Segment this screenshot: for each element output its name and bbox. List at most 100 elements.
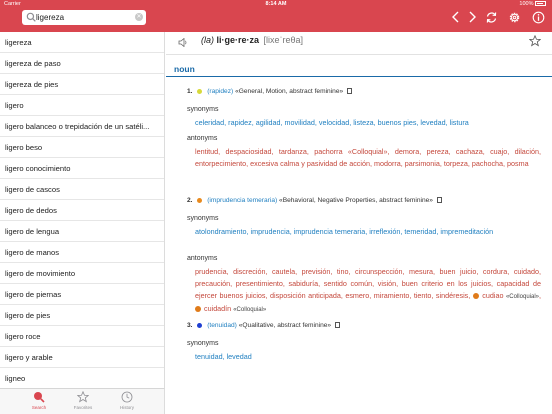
refresh-icon (486, 11, 496, 23)
synonym-link[interactable]: listura (450, 118, 469, 127)
sense-gloss[interactable]: (rapidez) (207, 88, 233, 95)
sense-meta: «Qualitative, abstract feminine» (238, 322, 332, 329)
list-item[interactable]: ligneo (0, 368, 164, 388)
synonym-link[interactable]: levedad (227, 352, 252, 361)
divider (166, 54, 552, 55)
tab-search[interactable]: Search (24, 391, 54, 410)
list-item[interactable]: ligero de cascos (0, 179, 164, 200)
battery-percent: 100% (519, 1, 534, 7)
synonym-link[interactable]: imprudencia (251, 227, 290, 236)
list-item[interactable]: ligero (0, 95, 164, 116)
sense-gloss[interactable]: (tenuidad) (207, 322, 237, 329)
category-dot-icon (197, 88, 203, 94)
list-item[interactable]: ligero balanceo o trepidación de un saté… (0, 116, 164, 137)
info-button[interactable] (531, 10, 545, 24)
reload-button[interactable] (484, 10, 498, 24)
synonyms-list: tenuidad, levedad (195, 352, 252, 361)
synonym-link[interactable]: atolondramiento (195, 227, 247, 236)
star-icon[interactable] (529, 35, 541, 47)
synonym-link[interactable]: velocidad (319, 118, 349, 127)
antonyms-label: antonyms (187, 255, 218, 262)
checkbox-icon[interactable] (436, 197, 442, 204)
sense-number: 1. (187, 88, 193, 95)
clock-icon (121, 391, 133, 403)
list-item[interactable]: ligero roce (0, 326, 164, 347)
divider (166, 76, 552, 77)
part-of-speech: noun (174, 64, 195, 74)
usage-note: «Colloquial» (505, 293, 539, 300)
chevron-right-icon (469, 11, 476, 23)
forward-button[interactable] (465, 10, 479, 24)
headword-text: li·ge·re·za (216, 35, 260, 45)
antonym-link[interactable]: cudiao (482, 291, 503, 300)
list-item[interactable]: ligero de dedos (0, 200, 164, 221)
search-icon (34, 392, 45, 403)
list-item[interactable]: ligero de manos (0, 242, 164, 263)
usage-note: «Colloquial» (233, 307, 267, 314)
list-item[interactable]: ligereza de pies (0, 74, 164, 95)
top-bar: Carrier 8:14 AM 100% ✕ (0, 0, 552, 32)
search-field[interactable]: ✕ (22, 10, 146, 25)
checkbox-icon[interactable] (334, 322, 340, 329)
synonym-link[interactable]: imprudencia temeraria (294, 227, 366, 236)
headword: (la) li·ge·re·za [lixeˈreθa] (201, 35, 303, 45)
sense-3: 3. (tenuidad) «Qualitative, abstract fem… (187, 322, 340, 329)
tab-favorites[interactable]: Favorites (68, 391, 98, 410)
synonym-link[interactable]: temeridad (404, 227, 436, 236)
status-bar: Carrier 8:14 AM 100% (0, 1, 552, 9)
tab-history[interactable]: History (112, 391, 142, 410)
clock: 8:14 AM (265, 1, 287, 7)
list-item[interactable]: ligero de piernas (0, 284, 164, 305)
list-item[interactable]: ligero conocimiento (0, 158, 164, 179)
synonym-link[interactable]: celeridad (195, 118, 224, 127)
list-item[interactable]: ligereza de paso (0, 53, 164, 74)
battery-icon (535, 1, 546, 7)
antonyms-list[interactable]: lentitud, despaciosidad, tardanza, pacho… (195, 146, 541, 170)
tab-favorites-label: Favorites (73, 405, 93, 410)
back-button[interactable] (449, 10, 463, 24)
sense-meta: «General, Motion, abstract feminine» (235, 88, 344, 95)
star-icon (77, 391, 89, 403)
synonyms-label: synonyms (187, 215, 219, 222)
regional-flag-icon (472, 292, 479, 299)
tab-search-label: Search (31, 405, 47, 410)
list-item[interactable]: ligero de pies (0, 305, 164, 326)
results-list: ligereza ligereza de paso ligereza de pi… (0, 32, 165, 388)
synonym-link[interactable]: tenuidad (195, 352, 223, 361)
clear-search-icon[interactable]: ✕ (135, 13, 143, 21)
synonym-link[interactable]: movilidad (285, 118, 315, 127)
synonyms-label: synonyms (187, 340, 219, 347)
battery-indicator: 100% (519, 1, 546, 7)
tab-history-label: History (119, 405, 134, 410)
synonym-link[interactable]: levedad (420, 118, 445, 127)
sense-meta: «Behavioral, Negative Properties, abstra… (279, 197, 433, 204)
synonym-link[interactable]: listeza (353, 118, 373, 127)
checkbox-icon[interactable] (347, 88, 353, 95)
synonym-link[interactable]: agilidad (256, 118, 281, 127)
category-dot-icon (197, 322, 203, 328)
entry-detail: (la) li·ge·re·za [lixeˈreθa] noun 1. (ra… (166, 32, 552, 414)
synonym-link[interactable]: rapidez (228, 118, 252, 127)
pronunciation: [lixeˈreθa] (263, 35, 304, 45)
list-item[interactable]: ligero de movimiento (0, 263, 164, 284)
synonyms-list: atolondramiento, imprudencia, imprudenci… (195, 227, 494, 236)
synonym-link[interactable]: buenos pies (378, 118, 417, 127)
sense-number: 2. (187, 197, 193, 204)
speaker-icon[interactable] (178, 38, 188, 47)
gear-icon (509, 12, 519, 22)
synonyms-label: synonyms (187, 106, 219, 113)
synonym-link[interactable]: impremeditación (440, 227, 493, 236)
settings-button[interactable] (507, 10, 521, 24)
synonyms-list: celeridad, rapidez, agilidad, movilidad,… (195, 118, 469, 127)
sense-gloss[interactable]: (imprudencia temeraria) (207, 197, 277, 204)
sense-number: 3. (187, 322, 193, 329)
list-item[interactable]: ligero de lengua (0, 221, 164, 242)
list-item[interactable]: ligereza (0, 32, 164, 53)
search-input[interactable] (36, 11, 132, 24)
antonym-link[interactable]: cuidadín (204, 304, 231, 313)
antonyms-list: prudencia, discreción, cautela, previsió… (195, 267, 541, 314)
list-item[interactable]: ligero y arable (0, 347, 164, 368)
category-dot-icon (197, 197, 203, 203)
list-item[interactable]: ligero beso (0, 137, 164, 158)
synonym-link[interactable]: irreflexión (369, 227, 400, 236)
